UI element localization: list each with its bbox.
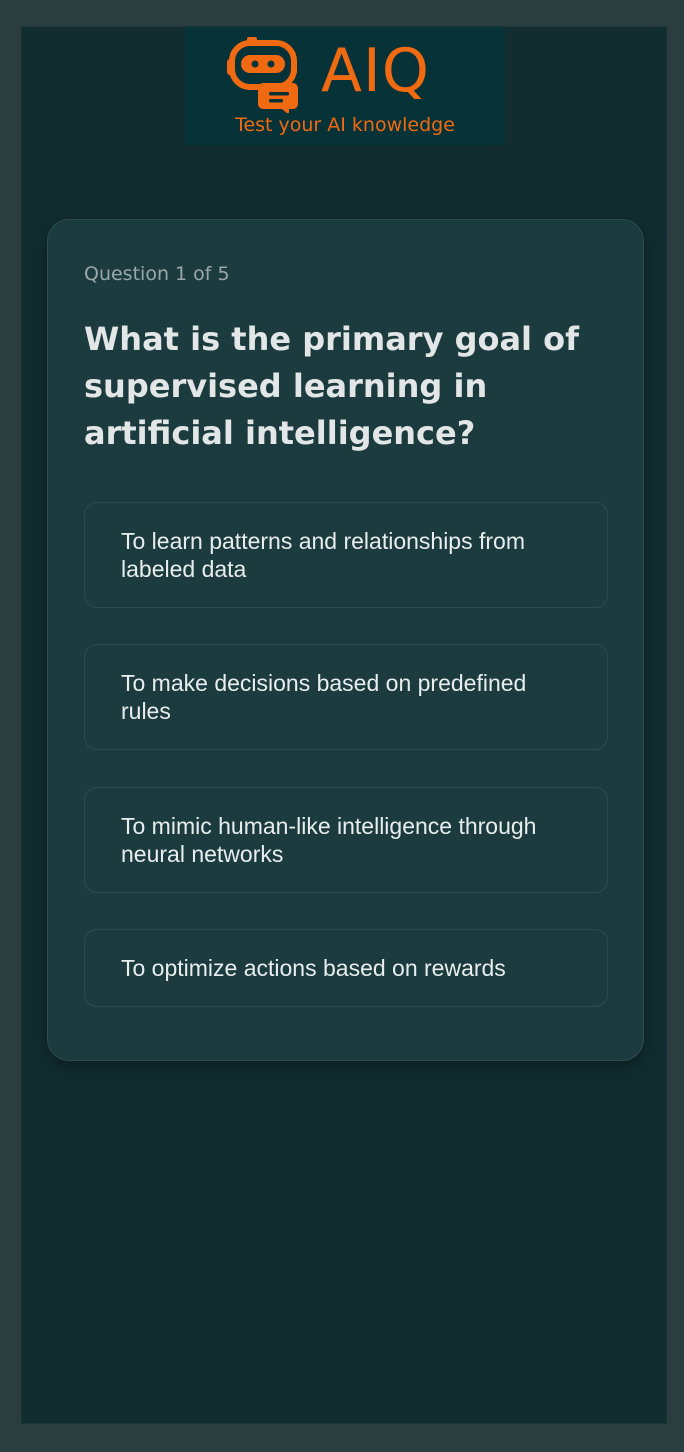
question-text: What is the primary goal of supervised l…: [84, 320, 580, 452]
robot-chat-icon: [227, 37, 298, 113]
answer-option-3[interactable]: To mimic human-like intelligence through…: [84, 787, 608, 893]
quiz-card: Question 1 of 5 What is the primary goal…: [47, 219, 644, 1061]
question-counter: Question 1 of 5: [84, 263, 230, 285]
logo-tagline: Test your AI knowledge: [235, 114, 455, 136]
answer-option-2[interactable]: To make decisions based on predefined ru…: [84, 644, 608, 750]
app-frame: AIQ Test your AI knowledge Question 1 of…: [21, 26, 667, 1424]
answer-option-1[interactable]: To learn patterns and relationships from…: [84, 502, 608, 608]
answer-option-label: To optimize actions based on rewards: [121, 955, 506, 981]
answer-option-4[interactable]: To optimize actions based on rewards: [84, 929, 608, 1007]
logo-banner: AIQ Test your AI knowledge: [185, 27, 505, 145]
answer-option-label: To mimic human-like intelligence through…: [121, 813, 537, 867]
answer-option-label: To learn patterns and relationships from…: [121, 528, 525, 582]
answer-option-label: To make decisions based on predefined ru…: [121, 670, 527, 724]
logo-wordmark: AIQ: [321, 36, 430, 106]
